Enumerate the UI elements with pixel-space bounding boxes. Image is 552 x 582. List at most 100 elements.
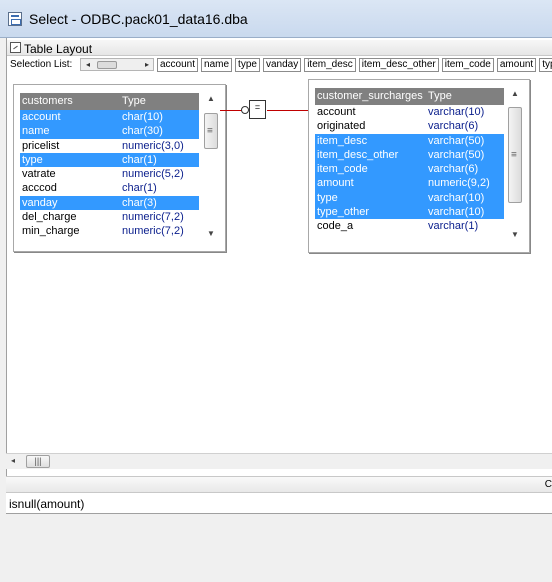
column-row[interactable]: originated varchar(6) [315,119,504,133]
scroll-left-icon[interactable]: ◂ [11,456,15,465]
column-row[interactable]: name char(30) [20,124,199,139]
column-name: acccod [22,182,57,195]
join-operator-box[interactable]: = [249,100,266,119]
column-type: numeric(7,2) [122,211,184,224]
column-name: pricelist [22,139,60,152]
column-row[interactable]: item_desc varchar(50) [315,133,504,148]
join-circle [241,106,249,114]
column-type: varchar(6) [428,120,479,133]
column-row[interactable]: pricelist numeric(3,0) [20,139,199,153]
column-row[interactable]: type varchar(10) [315,190,504,206]
title-bar: Select - ODBC.pack01_data16.dba [0,0,552,38]
scroll-up-icon[interactable]: ▲ [507,89,523,98]
horizontal-scroll-thumb[interactable]: ||| [26,455,50,468]
table-header[interactable]: customer_surcharges Type [315,88,504,105]
column-name: type [22,153,43,166]
column-name: del_charge [22,211,77,224]
table-name-header: customer_surcharges [317,90,423,102]
scroll-up-icon[interactable]: ▲ [203,94,219,103]
column-name: item_desc [317,134,368,147]
column-row[interactable]: amount numeric(9,2) [315,176,504,191]
scroll-down-icon[interactable]: ▼ [203,229,219,238]
table-layout-label: Table Layout [24,42,93,56]
column-type: numeric(3,0) [122,139,184,152]
column-row[interactable]: type_other varchar(10) [315,205,504,220]
column-type: char(1) [122,153,157,166]
column-type: char(3) [122,196,157,209]
column-name: vatrate [22,168,56,181]
column-row[interactable]: acccod char(1) [20,181,199,195]
customers-scroll-thumb[interactable] [204,113,218,149]
column-row[interactable]: account varchar(10) [315,105,504,119]
column-name: code_a [317,220,354,233]
column-name: account [22,111,61,123]
column-type: varchar(50) [428,148,485,161]
column-row[interactable]: type char(1) [20,152,199,168]
expression-tab-strip: C [6,476,552,493]
type-column-header: Type [428,90,452,102]
selection-list-item[interactable]: account [157,58,199,72]
column-type: char(10) [122,111,163,123]
app-icon [8,12,22,26]
scroll-down-icon[interactable]: ▼ [507,230,523,239]
column-name: item_desc_other [317,148,399,161]
column-type: varchar(10) [428,206,485,219]
column-type: numeric(7,2) [122,225,184,238]
column-row[interactable]: vatrate numeric(5,2) [20,167,199,181]
scroll-left-icon[interactable]: ◂ [83,59,93,71]
column-type: varchar(10) [428,191,485,204]
expression-text[interactable]: isnull(amount) [9,497,84,511]
column-type: numeric(9,2) [428,177,490,190]
tab-label-c[interactable]: C [545,479,552,490]
selection-list-item[interactable]: amount [496,58,537,72]
selection-list-item[interactable]: item_desc_other [358,58,439,72]
column-row[interactable]: vanday char(3) [20,195,199,211]
column-name: type [317,191,338,204]
column-type: varchar(1) [428,220,479,233]
table-header[interactable]: customers Type [20,93,199,110]
lower-pane [6,515,552,582]
selection-list-row: Selection List: ◂ ▸ account name type vanda… [7,57,552,75]
customer-surcharges-table[interactable]: customer_surcharges Type account varchar(10… [308,79,530,253]
window-title: Select - ODBC.pack01_data16.dba [29,11,248,27]
scroll-right-icon[interactable]: ▸ [142,59,152,71]
column-name: type_other [317,206,369,219]
selection-list-item[interactable]: type [539,58,552,72]
selection-list-label: Selection List: [10,59,73,70]
column-row[interactable]: del_charge numeric(7,2) [20,210,199,224]
column-row[interactable]: account char(10) [20,110,199,125]
selection-list-item[interactable]: item_desc [304,58,356,72]
join-line-right [267,110,309,111]
column-type: char(1) [122,182,157,195]
horizontal-scrollbar[interactable]: ◂ ||| [6,453,552,469]
customers-scrollbar[interactable]: ▲ ▼ [203,93,219,245]
column-name: min_charge [22,225,80,238]
column-name: vanday [22,196,58,209]
selection-list-item[interactable]: name [201,58,233,72]
column-row[interactable]: min_charge numeric(7,2) [20,224,199,238]
expression-area: C isnull(amount) [6,476,552,582]
column-name: name [22,125,50,138]
table-layout-workspace: Table Layout Selection List: ◂ ▸ account… [6,38,552,478]
column-type: varchar(50) [428,134,485,147]
selection-list-item[interactable]: item_code [441,58,494,72]
column-name: account [317,106,356,118]
selection-list-chips: account name type vanday item_desc item_desc_… [157,58,552,72]
selection-list-item[interactable]: type [235,58,260,72]
selection-scroll-thumb[interactable] [97,61,117,69]
column-type: varchar(6) [428,163,479,176]
column-row[interactable]: code_a varchar(1) [315,219,504,233]
customers-table[interactable]: customers Type account char(10) name char(30)… [13,84,226,252]
surcharges-scroll-thumb[interactable] [508,107,522,203]
column-name: item_code [317,163,368,176]
selection-list-scrollbar[interactable]: ◂ ▸ [80,58,154,71]
column-type: char(30) [122,125,163,138]
column-row[interactable]: item_code varchar(6) [315,162,504,177]
selection-list-item[interactable]: vanday [262,58,302,72]
expression-field[interactable]: isnull(amount) [6,493,552,514]
table-layout-icon [10,42,21,53]
column-name: originated [317,120,366,133]
table-name-header: customers [22,95,73,107]
surcharges-scrollbar[interactable]: ▲ ▼ [507,88,523,246]
column-row[interactable]: item_desc_other varchar(50) [315,147,504,163]
